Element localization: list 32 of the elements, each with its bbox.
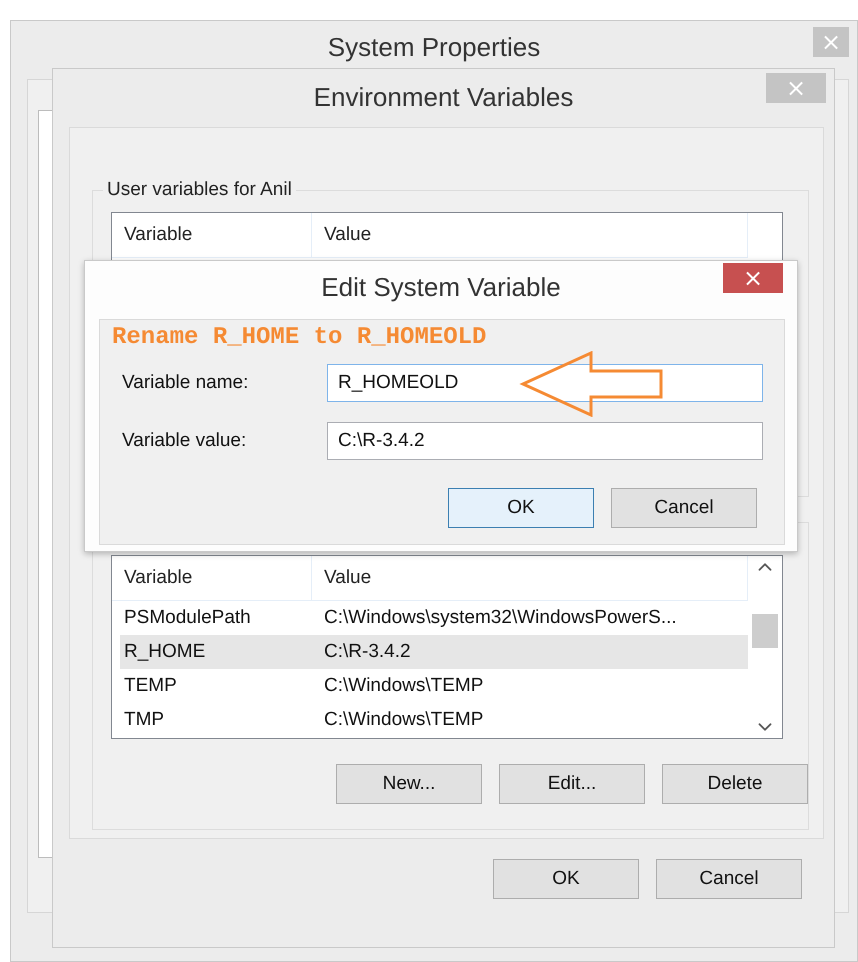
window-title: Environment Variables bbox=[314, 82, 574, 112]
input-field[interactable]: R_HOMEOLD bbox=[327, 364, 763, 402]
table-cell-text: TMP bbox=[123, 708, 166, 732]
table-cell-text: C:\Windows\TEMP bbox=[323, 708, 484, 732]
table-cell-text: C:\Windows\TEMP bbox=[323, 674, 484, 698]
dialog-button[interactable]: Cancel bbox=[656, 859, 802, 899]
column-header[interactable]: Variable bbox=[112, 556, 312, 600]
annotation-text: Rename R_HOME to R_HOMEOLD bbox=[112, 323, 488, 353]
dialog-title: Edit System Variable bbox=[321, 272, 561, 302]
dialog-button[interactable]: OK bbox=[448, 488, 594, 528]
window-title: System Properties bbox=[328, 32, 540, 62]
dialog-button[interactable]: OK bbox=[493, 859, 639, 899]
list-button[interactable]: New... bbox=[336, 764, 482, 804]
table-cell-text: C:\Windows\system32\WindowsPowerS... bbox=[323, 606, 678, 630]
close-button[interactable]: × bbox=[723, 263, 783, 293]
field-label: Variable value: bbox=[122, 430, 248, 452]
list-row[interactable]: TEMP C:\Windows\TEMP bbox=[120, 669, 748, 703]
table-cell-text: C:\R-3.4.2 bbox=[323, 640, 412, 664]
variable-list[interactable]: Variable Value PSModulePath C:\Windows\system32\WindowsPowerS... R_HOME C:\R-3.4.2 TEMP C:\Windows\TEMP TMP C:\Windows\TEMP bbox=[111, 555, 783, 739]
input-field[interactable]: C:\R-3.4.2 bbox=[327, 422, 763, 460]
table-cell-text: PSModulePath bbox=[123, 606, 252, 630]
list-button[interactable]: Edit... bbox=[499, 764, 645, 804]
column-header[interactable]: Variable bbox=[112, 213, 312, 257]
list-row[interactable]: PSModulePath C:\Windows\system32\WindowsPowerS... bbox=[120, 601, 748, 635]
list-button[interactable]: Delete bbox=[662, 764, 808, 804]
list-row[interactable]: TMP C:\Windows\TEMP bbox=[120, 703, 748, 737]
field-label: Variable name: bbox=[122, 372, 250, 394]
list-row[interactable]: R_HOME C:\R-3.4.2 bbox=[120, 635, 748, 669]
scroll-thumb[interactable] bbox=[752, 614, 778, 648]
dialog-button[interactable]: Cancel bbox=[611, 488, 757, 528]
table-cell-text: TEMP bbox=[123, 674, 178, 698]
table-cell-text: R_HOME bbox=[123, 640, 206, 664]
